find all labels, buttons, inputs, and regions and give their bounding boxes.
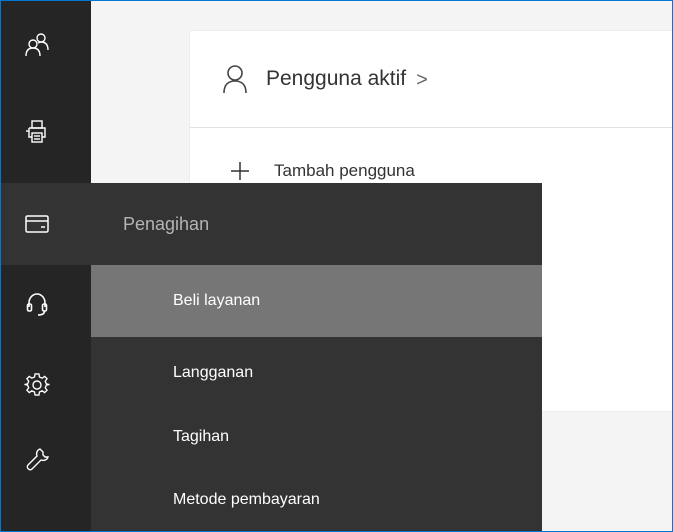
rail-item-settings[interactable] (1, 349, 91, 421)
admin-window: Pengguna aktif > Tambah pengguna Penagih… (0, 0, 673, 532)
users-icon (25, 33, 49, 57)
rail-item-users[interactable] (1, 9, 91, 81)
menu-item-payment-methods[interactable]: Metode pembayaran (91, 479, 542, 531)
active-users-link[interactable]: Pengguna aktif > (190, 31, 672, 128)
rail-item-printer[interactable] (1, 96, 91, 168)
menu-item-label: Langganan (173, 364, 254, 381)
rail-item-support[interactable] (1, 268, 91, 340)
plus-icon (231, 162, 249, 180)
gear-icon (24, 373, 50, 396)
person-icon (223, 65, 247, 94)
credit-card-icon (25, 215, 49, 233)
menu-item-label: Metode pembayaran (173, 491, 320, 508)
wrench-icon (26, 448, 49, 471)
billing-flyout-header: Penagihan (91, 183, 542, 265)
chevron-right-icon: > (416, 68, 428, 91)
headset-icon (26, 293, 48, 316)
add-user-button[interactable]: Tambah pengguna (230, 161, 415, 181)
billing-flyout-menu: Beli layanan Langganan Tagihan Metode pe… (91, 265, 542, 531)
billing-flyout-title: Penagihan (123, 213, 210, 234)
rail-item-billing[interactable] (1, 183, 91, 265)
menu-item-bills[interactable]: Tagihan (91, 401, 542, 473)
rail-item-setup[interactable] (1, 423, 91, 495)
menu-item-purchase-services[interactable]: Beli layanan (91, 265, 542, 337)
nav-rail (1, 1, 91, 531)
active-users-title: Pengguna aktif (266, 67, 407, 90)
menu-item-label: Beli layanan (173, 292, 261, 309)
menu-item-subscriptions[interactable]: Langganan (91, 337, 542, 409)
menu-item-label: Tagihan (173, 428, 230, 445)
add-user-label: Tambah pengguna (274, 161, 415, 180)
printer-icon (26, 120, 46, 143)
